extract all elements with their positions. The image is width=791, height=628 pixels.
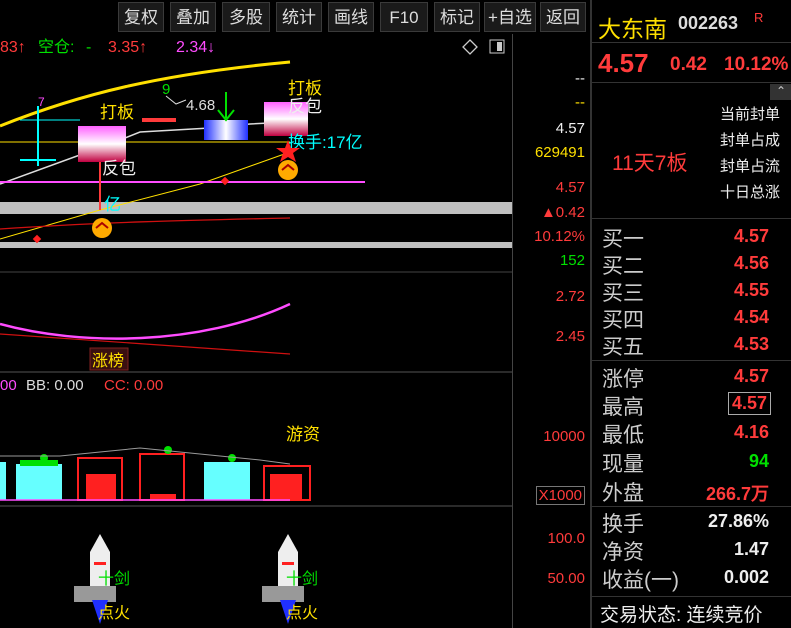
- down-arrow-icon: [217, 92, 235, 122]
- metric-row: 换手 27.86%: [602, 511, 769, 536]
- zhangbang-label: 涨榜: [92, 352, 124, 370]
- dianhuo-label-1: 点火: [98, 604, 130, 622]
- smile-coin-icon: [92, 218, 112, 238]
- f10-button[interactable]: F10: [380, 2, 428, 32]
- axis-10000: 10000: [543, 428, 585, 445]
- stat-row: 最低 4.16: [602, 422, 769, 447]
- mid-indicator-cc: CC: 0.00: [104, 377, 163, 394]
- price-468-label: 4.68: [186, 97, 215, 114]
- diejia-button[interactable]: 叠加: [170, 2, 216, 32]
- price-axis: -- -- 4.57 629491 4.57 ▲0.42 10.12% 152 …: [512, 34, 591, 628]
- top-v2: 2.34↓: [176, 39, 215, 56]
- duogu-button[interactable]: 多股: [222, 2, 270, 32]
- order-book-row: 买三 4.55: [602, 280, 769, 305]
- stock-code-suffix: R: [754, 10, 764, 25]
- stat-row: 最高 4.57: [592, 391, 791, 419]
- stat-row: 外盘 266.7万: [602, 482, 769, 505]
- daban-label-1: 打板: [100, 103, 134, 122]
- toolbar: 复权 叠加 多股 统计 画线 F10 标记 +自选 返回: [0, 0, 590, 34]
- stock-name: 大东南: [598, 16, 667, 42]
- axis-pct: 10.12%: [534, 228, 585, 245]
- order-book-row: 买四 4.54: [602, 307, 769, 332]
- axis-volume: 629491: [534, 144, 585, 161]
- kong-label: 空仓:: [38, 38, 74, 56]
- seal-info-4: 十日总涨: [720, 184, 781, 201]
- chevron-up-icon[interactable]: ⌃: [770, 84, 791, 100]
- smile-coin-icon: [278, 160, 298, 180]
- axis-dash-1: --: [575, 70, 585, 87]
- trade-state: 交易状态: 连续竞价: [600, 605, 763, 626]
- order-book-row: 买一 4.57: [602, 226, 769, 251]
- order-book-row: 买五 4.53: [602, 334, 769, 359]
- fuquan-button[interactable]: 复权: [118, 2, 164, 32]
- axis-50: 50.00: [547, 570, 585, 587]
- axis-vol-2: 152: [559, 252, 585, 269]
- price-change-pct: 10.12%: [724, 54, 789, 75]
- kong-value: -: [86, 39, 91, 56]
- streak-label: 11天7板: [612, 152, 688, 175]
- diamond-icon[interactable]: [462, 39, 478, 55]
- yiyi-label: 亿: [104, 195, 121, 214]
- nine-label: 9: [162, 81, 170, 98]
- huaxian-button[interactable]: 画线: [328, 2, 374, 32]
- kline-chart[interactable]: 83↑ 空仓: - 3.35↑ 2.34↓ 7 打板 打板 反包 反包 9 4.…: [0, 34, 512, 628]
- order-book-row: 买二 4.56: [602, 253, 769, 278]
- daban-label-2: 打板: [288, 79, 322, 98]
- volume-bars: [0, 446, 311, 501]
- seven-label: 7: [38, 95, 45, 109]
- biaoji-button[interactable]: 标记: [434, 2, 480, 32]
- ma-line-yellow: [0, 60, 291, 128]
- axis-change: ▲0.42: [540, 204, 585, 221]
- shijian-label-2: 十剑: [286, 570, 318, 588]
- top-v1: 3.35↑: [108, 39, 147, 56]
- seal-info-2: 封单占成: [720, 132, 781, 149]
- axis-dash-2: --: [575, 94, 585, 111]
- axis-price-2: 4.57: [555, 179, 585, 196]
- seal-info-1: 当前封单: [720, 106, 781, 123]
- quote-panel: 大东南 002263 R 4.57 0.42 10.12% ⌃ 11天7板 当前…: [590, 0, 791, 628]
- shijian-label-1: 十剑: [98, 570, 130, 588]
- axis-100: 100.0: [547, 530, 585, 547]
- window-icon[interactable]: [489, 39, 505, 54]
- seal-info: 当前封单 封单占成 封单占流 十日总涨: [720, 102, 791, 206]
- seal-info-3: 封单占流: [720, 158, 781, 175]
- axis-x1000: X1000: [535, 486, 585, 505]
- fanbao-label-2: 反包: [288, 97, 322, 116]
- youzi-label: 游资: [286, 425, 320, 444]
- huanshou-label: 换手:17亿: [288, 133, 363, 152]
- mid-indicator-bb: BB: 0.00: [26, 377, 84, 394]
- axis-price: 4.57: [555, 120, 585, 137]
- fanhui-button[interactable]: 返回: [540, 2, 586, 32]
- fanbao-label-1: 反包: [102, 159, 136, 178]
- zixuan-button[interactable]: +自选: [484, 2, 536, 32]
- tongji-button[interactable]: 统计: [276, 2, 322, 32]
- stat-row: 现量 94: [602, 451, 769, 476]
- indicator-line-magenta: [0, 302, 291, 340]
- stock-code: 002263: [678, 13, 739, 33]
- price-change: 0.42: [670, 54, 707, 75]
- mid-indicator-a: 00: [0, 377, 17, 394]
- current-price: 4.57: [598, 48, 649, 78]
- metric-row: 净资 1.47: [602, 539, 769, 564]
- price-band: [0, 242, 512, 248]
- axis-272: 2.72: [555, 288, 585, 305]
- candle-blue: [204, 120, 248, 140]
- stat-row: 涨停 4.57: [602, 366, 769, 391]
- ma-line-red: [0, 217, 291, 230]
- candle-highlight: [78, 126, 126, 162]
- axis-245: 2.45: [555, 328, 585, 345]
- dianhuo-label-2: 点火: [286, 604, 318, 622]
- top-indicator-prefix: 83↑: [0, 39, 26, 56]
- metric-row: 收益(一) 0.002: [602, 567, 769, 592]
- price-band: [0, 202, 512, 214]
